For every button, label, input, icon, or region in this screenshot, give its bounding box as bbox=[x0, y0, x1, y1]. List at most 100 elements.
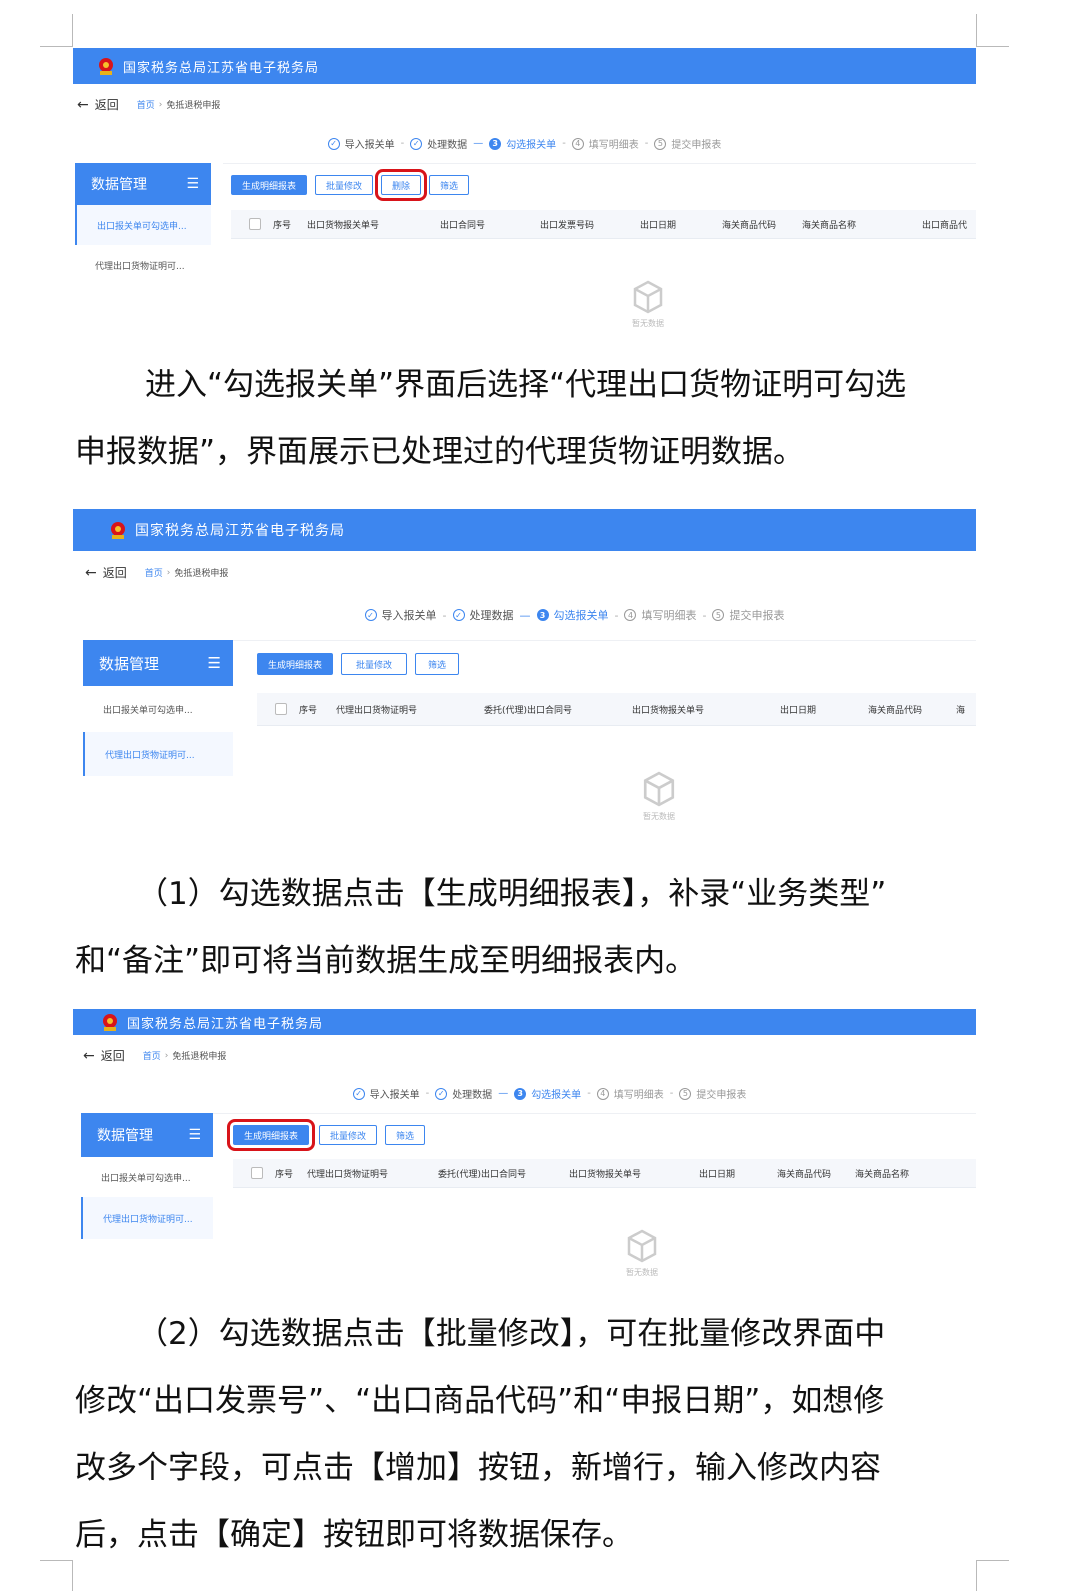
step-4[interactable]: 4 填写明细表 bbox=[596, 1086, 664, 1101]
select-all-checkbox[interactable] bbox=[275, 703, 287, 715]
step-1[interactable]: ✓ 导入报关单 bbox=[364, 607, 437, 623]
step-4[interactable]: 4 填写明细表 bbox=[571, 136, 639, 151]
empty-text: 暂无数据 bbox=[626, 1268, 658, 1277]
tax-emblem-icon bbox=[107, 520, 127, 540]
step-3[interactable]: 3 勾选报关单 bbox=[514, 1086, 581, 1101]
paragraph-line: （2）勾选数据点击【批量修改】，可在批量修改界面中 bbox=[137, 1316, 886, 1352]
toolbar: 生成明细报表 批量修改 筛选 bbox=[226, 1119, 433, 1151]
step-connector: - bbox=[562, 138, 566, 149]
sidebar-title-text: 数据管理 bbox=[91, 177, 147, 193]
step-label: 导入报关单 bbox=[369, 1090, 420, 1101]
collapse-menu-icon[interactable]: ☰ bbox=[188, 1127, 201, 1143]
step-connector: — bbox=[498, 1088, 509, 1099]
step-5[interactable]: 5 提交申报表 bbox=[654, 136, 721, 151]
step-2[interactable]: ✓ 处理数据 bbox=[452, 607, 514, 623]
collapse-menu-icon[interactable]: ☰ bbox=[208, 654, 221, 672]
sidebar-item-export-declaration[interactable]: 出口报关单可勾选申... bbox=[83, 686, 233, 732]
filter-button[interactable]: 筛选 bbox=[385, 1125, 426, 1145]
app-header: 国家税务总局江苏省电子税务局 bbox=[73, 509, 976, 551]
paragraph-3: （2）勾选数据点击【批量修改】，可在批量修改界面中 修改“出口发票号”、“出口商… bbox=[75, 1301, 978, 1569]
step-4[interactable]: 4 填写明细表 bbox=[624, 607, 696, 623]
step-check-icon: ✓ bbox=[435, 1087, 448, 1100]
screenshot-2: 国家税务总局江苏省电子税务局 ← 返回 首页 › 免抵退税申报 ✓ 导入报关单 -… bbox=[73, 509, 976, 849]
sidebar-item-export-declaration[interactable]: 出口报关单可勾选申... bbox=[75, 205, 211, 245]
step-label: 处理数据 bbox=[427, 140, 468, 151]
screenshot-1: 国家税务总局江苏省电子税务局 ← 返回 首页 › 免抵退税申报 ✓ 导入报关单 -… bbox=[73, 48, 976, 348]
empty-text: 暂无数据 bbox=[632, 319, 664, 328]
paragraph-line: 后，点击【确定】按钮即可将数据保存。 bbox=[75, 1517, 633, 1553]
step-label: 导入报关单 bbox=[344, 140, 395, 151]
batch-edit-button[interactable]: 批量修改 bbox=[319, 1125, 378, 1145]
sidebar-item-agent-certificate[interactable]: 代理出口货物证明可... bbox=[83, 732, 233, 776]
step-number: 4 bbox=[571, 137, 584, 150]
back-link[interactable]: 返回 bbox=[103, 564, 127, 581]
step-label: 勾选报关单 bbox=[506, 140, 557, 151]
corner-mark-top-left bbox=[40, 14, 73, 47]
sidebar-item-export-declaration[interactable]: 出口报关单可勾选申... bbox=[81, 1157, 213, 1197]
select-all-checkbox[interactable] bbox=[251, 1167, 263, 1179]
step-connector: - bbox=[425, 1088, 430, 1099]
filter-button[interactable]: 筛选 bbox=[429, 175, 470, 195]
sidebar-item-agent-certificate[interactable]: 代理出口货物证明可... bbox=[75, 245, 211, 285]
column-header: 序号 bbox=[273, 220, 292, 231]
column-header: 海关商品代码 bbox=[777, 1169, 832, 1180]
breadcrumb-home[interactable]: 首页 bbox=[143, 1049, 161, 1062]
step-1[interactable]: ✓ 导入报关单 bbox=[352, 1086, 420, 1101]
step-3[interactable]: 3 勾选报关单 bbox=[536, 607, 609, 623]
step-check-icon: ✓ bbox=[452, 609, 465, 621]
filter-button[interactable]: 筛选 bbox=[415, 653, 460, 675]
step-indicator: ✓ 导入报关单 - ✓ 处理数据 — 3 勾选报关单 - 4 填写明细表 - 5 提交申报… bbox=[73, 136, 976, 151]
batch-edit-button[interactable]: 批量修改 bbox=[341, 653, 408, 675]
breadcrumb-separator: › bbox=[164, 1050, 169, 1061]
step-2[interactable]: ✓ 处理数据 bbox=[435, 1086, 492, 1101]
delete-button[interactable]: 删除 bbox=[375, 169, 428, 201]
breadcrumb: ← 返回 首页 › 免抵退税申报 bbox=[83, 1047, 226, 1064]
step-connector: - bbox=[614, 608, 619, 622]
breadcrumb-current: 免抵退税申报 bbox=[174, 569, 229, 579]
paragraph-line: 申报数据”，界面展示已处理过的代理货物证明数据。 bbox=[75, 434, 805, 470]
batch-edit-button[interactable]: 批量修改 bbox=[315, 175, 374, 195]
breadcrumb-current: 免抵退税申报 bbox=[172, 1052, 227, 1062]
back-arrow-icon[interactable]: ← bbox=[85, 565, 97, 581]
app-header: 国家税务总局江苏省电子税务局 bbox=[73, 48, 976, 84]
column-header: 代理出口货物证明号 bbox=[307, 1169, 389, 1180]
breadcrumb-home[interactable]: 首页 bbox=[145, 566, 163, 579]
sidebar: 数据管理 ☰ 出口报关单可勾选申... 代理出口货物证明可... bbox=[75, 163, 211, 285]
step-check-icon: ✓ bbox=[352, 1087, 365, 1100]
paragraph-line: （1）勾选数据点击【生成明细报表】，补录“业务类型” bbox=[137, 876, 887, 912]
back-link[interactable]: 返回 bbox=[95, 96, 119, 113]
back-arrow-icon[interactable]: ← bbox=[83, 1048, 95, 1064]
collapse-menu-icon[interactable]: ☰ bbox=[186, 176, 199, 192]
step-5[interactable]: 5 提交申报表 bbox=[679, 1086, 746, 1101]
back-link[interactable]: 返回 bbox=[101, 1047, 125, 1064]
paragraph-line: 和“备注”即可将当前数据生成至明细报表内。 bbox=[75, 943, 697, 979]
breadcrumb-home[interactable]: 首页 bbox=[137, 98, 155, 111]
column-header: 出口日期 bbox=[640, 220, 677, 231]
divider bbox=[223, 163, 976, 164]
step-number: 4 bbox=[596, 1087, 609, 1100]
generate-report-button[interactable]: 生成明细报表 bbox=[226, 1119, 316, 1151]
generate-report-button[interactable]: 生成明细报表 bbox=[231, 175, 308, 195]
empty-state: 暂无数据 bbox=[618, 280, 678, 329]
app-header: 国家税务总局江苏省电子税务局 bbox=[73, 1009, 976, 1035]
column-header: 出口货物报关单号 bbox=[307, 220, 380, 231]
generate-report-button[interactable]: 生成明细报表 bbox=[257, 653, 334, 675]
tax-emblem-icon bbox=[99, 1012, 119, 1032]
screenshot-3: 国家税务总局江苏省电子税务局 ← 返回 首页 › 免抵退税申报 ✓ 导入报关单 -… bbox=[73, 1009, 976, 1299]
select-all-checkbox[interactable] bbox=[249, 218, 261, 230]
back-arrow-icon[interactable]: ← bbox=[77, 97, 89, 113]
empty-box-icon bbox=[627, 1229, 657, 1263]
step-5[interactable]: 5 提交申报表 bbox=[712, 607, 784, 623]
step-check-icon: ✓ bbox=[327, 137, 340, 150]
sidebar-title: 数据管理 ☰ bbox=[81, 1113, 213, 1157]
sidebar-item-agent-certificate[interactable]: 代理出口货物证明可... bbox=[81, 1197, 213, 1239]
step-connector: - bbox=[644, 138, 649, 149]
step-3[interactable]: 3 勾选报关单 bbox=[489, 136, 556, 151]
divider bbox=[213, 1113, 976, 1114]
breadcrumb-separator: › bbox=[166, 567, 171, 578]
column-header: 代理出口货物证明号 bbox=[336, 705, 418, 716]
step-number: 5 bbox=[679, 1087, 692, 1100]
breadcrumb: ← 返回 首页 › 免抵退税申报 bbox=[77, 96, 220, 113]
step-2[interactable]: ✓ 处理数据 bbox=[410, 136, 467, 151]
step-1[interactable]: ✓ 导入报关单 bbox=[327, 136, 395, 151]
